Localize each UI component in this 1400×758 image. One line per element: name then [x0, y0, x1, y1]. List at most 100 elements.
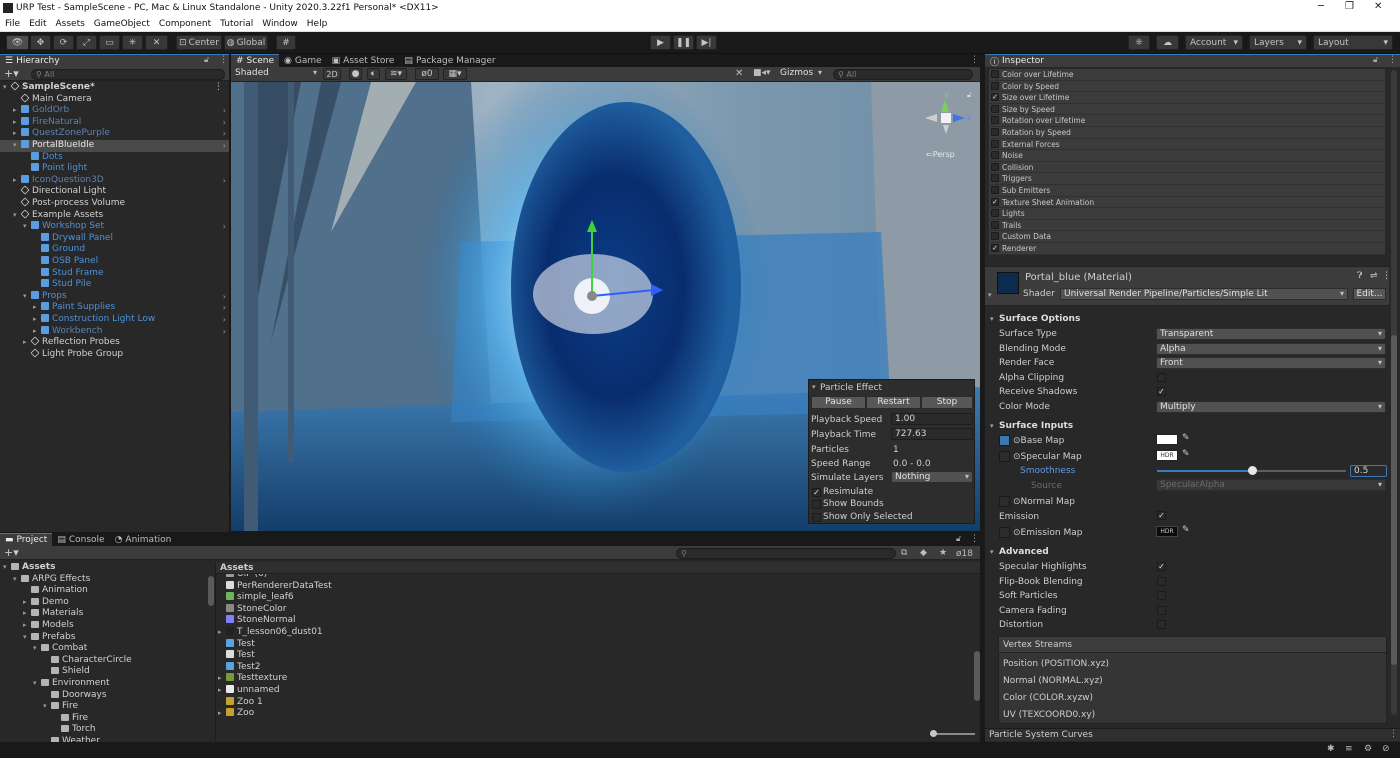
zoom-slider-thumb[interactable]: [930, 730, 937, 737]
projection-label[interactable]: ⇐Persp: [926, 150, 955, 159]
particle-module-row[interactable]: Noise: [989, 150, 1385, 162]
hierarchy-item[interactable]: ▸ IconQuestion3D ›: [0, 174, 229, 187]
advanced-option-checkbox[interactable]: [1157, 605, 1166, 615]
module-enabled-checkbox[interactable]: [991, 139, 999, 148]
project-folder-item[interactable]: CharacterCircle: [0, 655, 208, 667]
simulate-layers-dropdown[interactable]: Nothing: [891, 471, 973, 483]
stop-particles-button[interactable]: Stop: [921, 396, 973, 409]
filter-type-icon[interactable]: ⧉: [901, 548, 907, 558]
surface-options-arrow-icon[interactable]: ▾: [990, 315, 994, 323]
particle-module-row[interactable]: Size by Speed: [989, 103, 1385, 116]
account-dropdown[interactable]: Account ▾: [1185, 35, 1243, 50]
specular-map-thumbnail[interactable]: [999, 451, 1010, 462]
restore-icon[interactable]: ❐: [1345, 1, 1354, 12]
particle-module-row[interactable]: Triggers: [989, 173, 1385, 185]
module-enabled-checkbox[interactable]: [991, 232, 999, 241]
hierarchy-item[interactable]: Dots: [0, 151, 229, 164]
gizmo-y-cone[interactable]: [941, 100, 949, 112]
help-icon[interactable]: ❓︎: [1357, 271, 1362, 281]
hierarchy-item[interactable]: ▾ SampleScene* ⋮: [0, 81, 229, 94]
asset-list-item[interactable]: simple_leaf6: [216, 592, 972, 604]
particle-module-row[interactable]: Trails: [989, 219, 1385, 232]
chevron-right-icon[interactable]: ›: [223, 221, 226, 233]
shading-mode-dropdown[interactable]: Shaded: [232, 68, 320, 80]
eyedropper-icon[interactable]: ✎: [1182, 449, 1190, 459]
lock-icon[interactable]: 🔓︎: [1373, 55, 1378, 65]
asset-list-item[interactable]: UIP (6): [216, 574, 972, 581]
asset-list-item[interactable]: PerRendererDataTest: [216, 580, 972, 593]
layout-dropdown[interactable]: Layout ▾: [1313, 35, 1393, 50]
module-enabled-checkbox[interactable]: ✓: [991, 93, 999, 102]
tree-expand-arrow-icon[interactable]: ▸: [33, 302, 41, 314]
project-search-input[interactable]: ⚲: [676, 548, 896, 559]
hidden-packages-toggle[interactable]: ø18: [956, 549, 973, 559]
module-enabled-checkbox[interactable]: [991, 186, 999, 194]
smoothness-slider-thumb[interactable]: [1247, 466, 1257, 475]
menu-item-window[interactable]: Window: [262, 19, 298, 29]
object-picker-icon[interactable]: ⊙: [1013, 528, 1021, 538]
gizmo-x-cone[interactable]: [925, 114, 937, 122]
tree-expand-arrow-icon[interactable]: ▸: [218, 627, 226, 639]
cloud-icon[interactable]: ☁: [1156, 35, 1179, 50]
view-tool-icon[interactable]: 👁: [6, 35, 29, 50]
more-options-icon[interactable]: ⋮: [970, 534, 979, 544]
add-icon[interactable]: +▾: [4, 546, 19, 559]
auto-generate-icon[interactable]: ⊘: [1382, 744, 1390, 754]
tools-icon[interactable]: ✕: [735, 68, 743, 79]
lock-icon[interactable]: 🔓︎: [204, 55, 209, 65]
particle-option-checkbox[interactable]: ✓: [812, 488, 821, 497]
tree-expand-arrow-icon[interactable]: ▾: [43, 701, 51, 713]
tree-expand-arrow-icon[interactable]: ▸: [13, 128, 21, 140]
asset-list-item[interactable]: StoneNormal: [216, 615, 972, 627]
hierarchy-item[interactable]: ▸ FireNatural ›: [0, 116, 229, 129]
project-folder-item[interactable]: Shield: [0, 666, 208, 678]
play-button[interactable]: ▶: [650, 35, 671, 50]
tree-expand-arrow-icon[interactable]: ▸: [13, 105, 21, 117]
scene-lock-icon[interactable]: 🔓︎: [967, 91, 972, 100]
effects-toggle-icon[interactable]: ≋▾: [385, 68, 407, 80]
advanced-option-checkbox[interactable]: [1157, 620, 1166, 630]
chevron-right-icon[interactable]: ›: [223, 140, 226, 152]
chevron-right-icon[interactable]: ›: [223, 117, 226, 129]
hierarchy-search-input[interactable]: ⚲ All: [31, 69, 225, 80]
project-folder-item[interactable]: ▾ Assets: [0, 562, 208, 574]
tree-expand-arrow-icon[interactable]: ▾: [23, 221, 31, 233]
advanced-option-checkbox[interactable]: ✓: [1157, 562, 1166, 571]
object-picker-icon[interactable]: ⊙: [1013, 497, 1021, 507]
menu-item-gameobject[interactable]: GameObject: [94, 19, 150, 29]
object-picker-icon[interactable]: ⊙: [1013, 452, 1021, 462]
project-folder-item[interactable]: ▸ Demo: [0, 597, 208, 609]
menu-item-component[interactable]: Component: [159, 19, 211, 29]
particle-module-row[interactable]: ✓ Texture Sheet Animation: [989, 196, 1385, 209]
normal-map-thumbnail[interactable]: [999, 496, 1010, 507]
gizmos-dropdown[interactable]: Gizmos: [777, 68, 825, 80]
tab-asset-store[interactable]: ▣ Asset Store: [327, 54, 400, 67]
eyedropper-icon[interactable]: ✎: [1182, 525, 1190, 535]
progress-icon[interactable]: ⚙: [1364, 744, 1372, 754]
module-enabled-checkbox[interactable]: [991, 116, 999, 125]
camera-icon[interactable]: ■◂▾: [753, 68, 771, 78]
project-folder-item[interactable]: ▾ Prefabs: [0, 632, 208, 644]
project-folder-item[interactable]: ▸ Models: [0, 620, 208, 632]
tab-game[interactable]: ◉ Game: [279, 54, 327, 67]
module-enabled-checkbox[interactable]: [991, 128, 999, 136]
chevron-right-icon[interactable]: ›: [223, 175, 226, 187]
module-enabled-checkbox[interactable]: ✓: [991, 197, 999, 206]
particle-option-checkbox[interactable]: [812, 512, 821, 522]
module-enabled-checkbox[interactable]: [991, 104, 999, 113]
surface-option-checkbox[interactable]: [1157, 372, 1166, 382]
tree-expand-arrow-icon[interactable]: ▸: [23, 337, 31, 349]
project-folder-item[interactable]: ▾ ARPG Effects: [0, 574, 208, 586]
scene-search-input[interactable]: ⚲ All: [833, 69, 973, 80]
particle-module-row[interactable]: Custom Data: [989, 231, 1385, 243]
asset-list-item[interactable]: ▸ Testtexture: [216, 673, 972, 685]
tab-package-manager[interactable]: ▤ Package Manager: [399, 54, 500, 67]
asset-list-item[interactable]: ▸ Zoo: [216, 708, 972, 720]
surface-option-dropdown[interactable]: Alpha: [1156, 342, 1386, 355]
tree-expand-arrow-icon[interactable]: ▾: [13, 210, 21, 222]
more-options-icon[interactable]: ⋮: [970, 55, 979, 65]
project-folder-item[interactable]: Fire: [0, 713, 208, 725]
hierarchy-item[interactable]: Post-process Volume: [0, 197, 229, 210]
chevron-right-icon[interactable]: ›: [223, 105, 226, 117]
surface-inputs-arrow-icon[interactable]: ▾: [990, 422, 994, 430]
